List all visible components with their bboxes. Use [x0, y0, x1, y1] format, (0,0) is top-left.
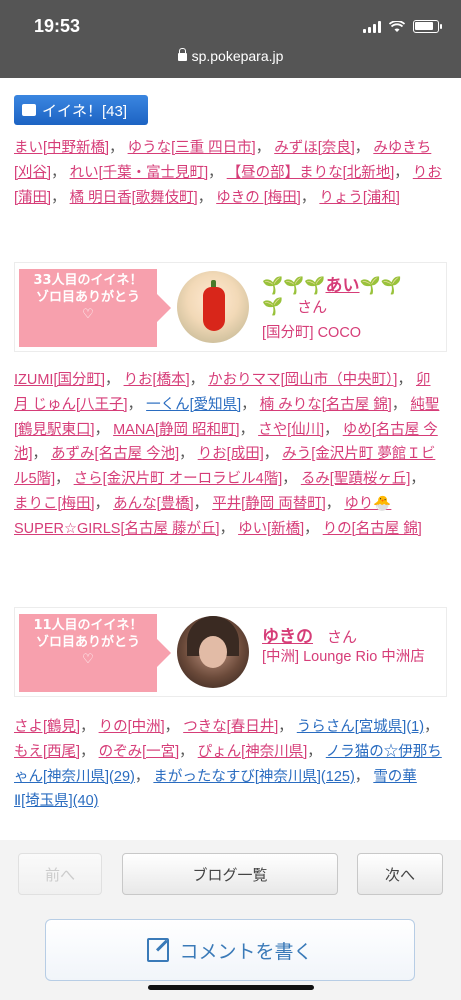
- liker-link[interactable]: つきな[春日井]: [183, 719, 278, 735]
- liker-link[interactable]: のぞみ[一宮]: [99, 744, 180, 760]
- footer-nav: 前へ ブログ一覧 次へ コメントを書く: [0, 840, 461, 1000]
- home-indicator: [148, 985, 314, 990]
- milestone-card-2: 11人目のイイネ！ ゾロ目ありがとう ♡ ゆきの さん [中洲] Lounge R…: [14, 607, 447, 697]
- pencil-icon: [147, 938, 170, 962]
- liker-link[interactable]: 一くん[愛知県]: [146, 397, 241, 413]
- blog-like-section: イイネ！[43] まい[中野新橋]， ゆうな[三重 四日市]， みずほ[奈良]，…: [0, 78, 461, 840]
- liker-link[interactable]: 楠 みりな[名古屋 錦]: [260, 397, 392, 413]
- liker-link[interactable]: うらさん[宮城県](1): [297, 719, 424, 735]
- prev-button[interactable]: 前へ: [18, 853, 102, 895]
- profile-name[interactable]: ゆきの さん: [262, 622, 357, 647]
- url-text: sp.pokepara.jp: [191, 48, 284, 64]
- liker-link[interactable]: まりこ[梅田]: [14, 496, 95, 512]
- avatar[interactable]: [177, 271, 249, 343]
- write-comment-button[interactable]: コメントを書く: [45, 919, 415, 981]
- write-comment-label: コメントを書く: [179, 941, 313, 963]
- clock: 19:53: [34, 16, 81, 36]
- lock-icon: [177, 48, 187, 61]
- liker-link[interactable]: 平井[静岡 両替町]: [212, 496, 326, 512]
- liker-link[interactable]: あんな[豊橋]: [113, 496, 194, 512]
- address-bar[interactable]: sp.pokepara.jp: [0, 48, 461, 64]
- liker-list-3: さよ[鶴見]， りの[中洲]， つきな[春日井]， うらさん[宮城県](1)， …: [14, 719, 442, 810]
- liker-link[interactable]: ゆきの [梅田]: [216, 190, 301, 206]
- liker-link[interactable]: あずみ[名古屋 今池]: [51, 446, 179, 462]
- liker-link[interactable]: りょう[浦和]: [319, 190, 400, 206]
- like-button-label: イイネ！[43]: [42, 102, 128, 120]
- liker-link[interactable]: りお[橋本]: [124, 372, 190, 388]
- liker-list-1: まい[中野新橋]， ゆうな[三重 四日市]， みずほ[奈良]， みゆきち[刈谷]…: [14, 140, 442, 206]
- avatar[interactable]: [177, 616, 249, 688]
- like-button[interactable]: イイネ！[43]: [14, 95, 148, 125]
- profile-name[interactable]: 🌱🌱🌱あい🌱🌱: [262, 271, 402, 296]
- liker-link[interactable]: さら[金沢片町 オーロラビル4階]: [74, 471, 283, 487]
- status-bar: 19:53 sp.pokepara.jp: [0, 0, 461, 78]
- liker-link[interactable]: さよ[鶴見]: [14, 719, 80, 735]
- blog-list-button[interactable]: ブログ一覧: [122, 853, 338, 895]
- liker-link[interactable]: まい[中野新橋]: [14, 140, 109, 156]
- wifi-icon: [389, 20, 405, 32]
- liker-link[interactable]: IZUMI[国分町]: [14, 372, 105, 388]
- milestone-banner: 11人目のイイネ！ ゾロ目ありがとう ♡: [19, 614, 171, 692]
- liker-link[interactable]: さや[仙川]: [258, 422, 324, 438]
- liker-link[interactable]: るみ[聖蹟桜ヶ丘]: [301, 471, 411, 487]
- liker-link[interactable]: かおりママ[岡山市（中央町）]: [208, 372, 397, 388]
- shop-name[interactable]: [中洲] Lounge Rio 中洲店: [262, 648, 442, 667]
- liker-link[interactable]: ゆい[新橋]: [238, 521, 304, 537]
- thumbs-up-icon: [22, 104, 36, 116]
- liker-list-2: IZUMI[国分町]， りお[橋本]， かおりママ[岡山市（中央町）]， 卯月 …: [14, 372, 440, 537]
- cellular-signal-icon: [363, 20, 381, 33]
- liker-link[interactable]: ぴょん[神奈川県]: [198, 744, 308, 760]
- liker-link[interactable]: りの[名古屋 錦]: [323, 521, 422, 537]
- profile-name-line2: 🌱 さん: [262, 297, 328, 316]
- system-icons: [363, 20, 442, 33]
- liker-link[interactable]: みずほ[奈良]: [274, 140, 355, 156]
- liker-link[interactable]: りの[中洲]: [99, 719, 165, 735]
- liker-link[interactable]: 【昼の部】まりな[北新地]: [227, 165, 395, 181]
- milestone-card-1: 33人目のイイネ！ ゾロ目ありがとう ♡ 🌱🌱🌱あい🌱🌱 🌱 さん [国分町] C…: [14, 262, 447, 352]
- shop-name[interactable]: [国分町] COCO: [262, 321, 361, 342]
- liker-link[interactable]: ゆうな[三重 四日市]: [128, 140, 256, 156]
- liker-link[interactable]: もえ[西尾]: [14, 744, 80, 760]
- liker-link[interactable]: 橘 明日香[歌舞伎町]: [70, 190, 198, 206]
- milestone-banner: 33人目のイイネ！ ゾロ目ありがとう ♡: [19, 269, 171, 347]
- liker-link[interactable]: れい[千葉・富士見町]: [70, 165, 209, 181]
- next-button[interactable]: 次へ: [357, 853, 443, 895]
- liker-link[interactable]: MANA[静岡 昭和町]: [113, 422, 239, 438]
- battery-icon: [413, 20, 442, 33]
- liker-link[interactable]: まがったなすび[神奈川県](125): [153, 769, 354, 785]
- liker-link[interactable]: りお[成田]: [198, 446, 264, 462]
